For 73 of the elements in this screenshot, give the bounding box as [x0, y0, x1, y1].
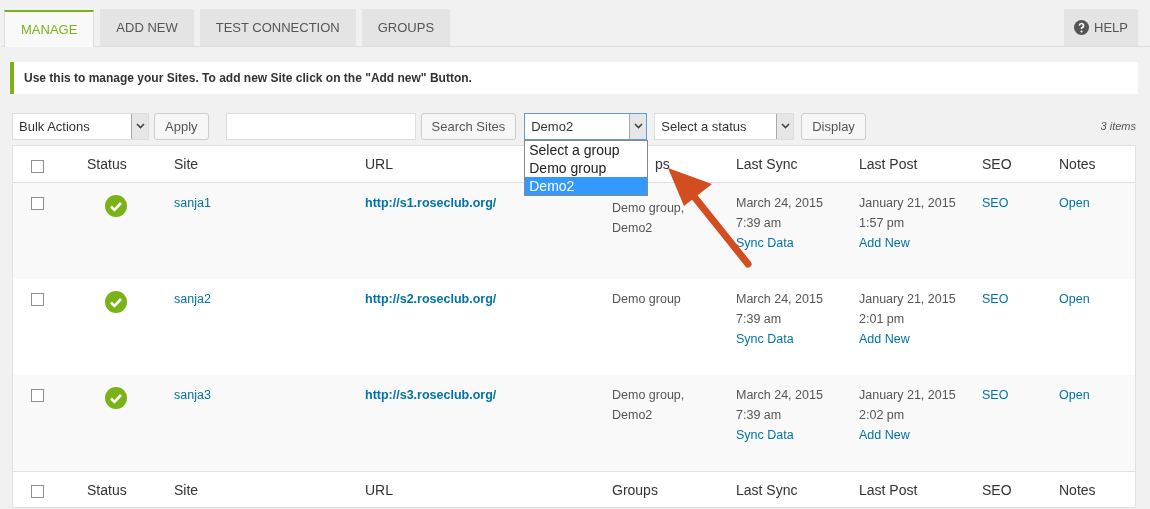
column-header: Last Post [859, 156, 918, 172]
sync-data-link[interactable]: Sync Data [736, 425, 794, 445]
status-select[interactable]: Select a status [654, 112, 795, 140]
post-date-text: 1:57 pm [859, 215, 905, 232]
post-date-text: January 21, 2015 [859, 291, 956, 308]
add-new-link[interactable]: Add New [859, 233, 910, 253]
notice-message: Use this to manage your Sites. To add new Site click on the "Add new" Button. [10, 62, 1138, 94]
sync-date-text: March 24, 2015 [736, 387, 823, 404]
add-new-link[interactable]: Add New [859, 425, 910, 445]
post-date-text: January 21, 2015 [859, 195, 956, 212]
group-text: Demo group, [612, 200, 685, 217]
select-all-checkbox[interactable] [31, 485, 44, 498]
open-notes-link[interactable]: Open [1059, 193, 1090, 213]
url-link[interactable]: http://s3.roseclub.org/ [365, 385, 497, 405]
help-label: HELP [1094, 20, 1128, 35]
column-header: ps [655, 156, 670, 172]
column-header: Last Post [859, 481, 918, 498]
column-header: Site [174, 156, 199, 172]
sync-data-link[interactable]: Sync Data [736, 329, 794, 349]
apply-button[interactable]: Apply [154, 112, 209, 140]
sync-data-link[interactable]: Sync Data [736, 233, 794, 253]
sync-date-text: March 24, 2015 [736, 291, 823, 308]
column-header: Site [174, 481, 199, 498]
group-text: Demo group [612, 291, 681, 308]
search-sites-button[interactable]: Search Sites [420, 112, 517, 140]
seo-link[interactable]: SEO [982, 289, 1009, 309]
group-text: Demo group, [612, 387, 685, 404]
help-button[interactable]: HELP [1064, 9, 1138, 46]
bulk-actions-select[interactable]: Bulk Actions [12, 112, 149, 140]
open-notes-link[interactable]: Open [1059, 289, 1090, 309]
tab[interactable]: TEST CONNECTION [199, 9, 356, 46]
column-header: Last Sync [736, 481, 798, 498]
column-header: URL [365, 156, 393, 172]
site-link[interactable]: sanja2 [174, 289, 211, 309]
url-link[interactable]: http://s1.roseclub.org/ [365, 193, 497, 213]
sync-date-text: March 24, 2015 [736, 195, 823, 212]
post-date-text: 2:01 pm [859, 311, 905, 328]
column-header: SEO [982, 156, 1012, 172]
group-text: Demo2 [612, 220, 653, 237]
column-header: Notes [1059, 481, 1096, 498]
group-text: Demo2 [612, 407, 653, 424]
column-header: Last Sync [736, 156, 798, 172]
post-date-text: January 21, 2015 [859, 387, 956, 404]
column-header: Status [87, 481, 127, 498]
site-link[interactable]: sanja3 [174, 385, 211, 405]
seo-link[interactable]: SEO [982, 385, 1009, 405]
tab[interactable]: ADD NEW [100, 9, 194, 46]
post-date-text: 2:02 pm [859, 407, 905, 424]
tab[interactable]: GROUPS [361, 9, 451, 46]
sync-date-text: 7:39 am [736, 407, 782, 424]
open-notes-link[interactable]: Open [1059, 385, 1090, 405]
caret-down-icon [135, 123, 145, 129]
caret-down-icon [633, 123, 643, 129]
row-checkbox[interactable] [31, 197, 44, 210]
row-checkbox[interactable] [31, 293, 44, 306]
seo-link[interactable]: SEO [982, 193, 1009, 213]
row-checkbox[interactable] [31, 389, 44, 402]
sync-date-text: 7:39 am [736, 215, 782, 232]
column-header: URL [365, 481, 393, 498]
sync-date-text: 7:39 am [736, 311, 782, 328]
add-new-link[interactable]: Add New [859, 329, 910, 349]
caret-down-icon [780, 123, 790, 129]
help-icon [1074, 20, 1090, 35]
url-link[interactable]: http://s2.roseclub.org/ [365, 289, 497, 309]
column-header: Groups [612, 481, 658, 498]
item-count: 3 items [1100, 120, 1136, 132]
display-button[interactable]: Display [801, 112, 866, 140]
select-all-checkbox[interactable] [31, 159, 44, 173]
column-header: Notes [1059, 156, 1096, 172]
site-link[interactable]: sanja1 [174, 193, 211, 213]
column-header: SEO [982, 481, 1012, 498]
search-field[interactable] [225, 112, 416, 140]
column-header: Status [87, 156, 127, 172]
